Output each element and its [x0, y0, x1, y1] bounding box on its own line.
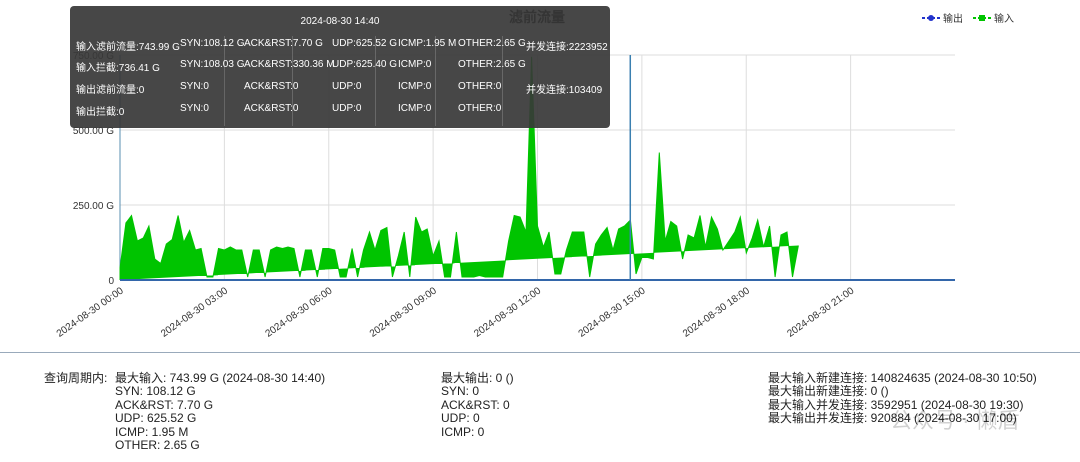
tooltip-cell: ICMP:1.95 M	[398, 38, 457, 49]
tooltip-divider	[224, 36, 225, 126]
y-tick-label: 0	[108, 276, 114, 287]
summary-conn-line: 最大输出新建连接: 0 ()	[768, 384, 889, 399]
tooltip-cell: SYN:108.03 G	[180, 59, 245, 70]
y-tick-label: 250.00 G	[73, 201, 114, 212]
tooltip-cell: ICMP:0	[398, 81, 432, 92]
tooltip-cell: 输入拦截:736.41 G	[76, 63, 160, 74]
summary-output-line: 最大输出: 0 ()	[441, 371, 514, 385]
tooltip-cell: UDP:0	[332, 81, 362, 92]
summary-output-line: UDP: 0	[441, 411, 480, 426]
tooltip-cell: SYN:0	[180, 103, 209, 114]
summary-output-line: SYN: 0	[441, 384, 480, 399]
tooltip-cell: OTHER:2.65 G	[458, 38, 526, 49]
x-tick-label: 2024-08-30 06:00	[263, 285, 334, 340]
tooltip-cell: SYN:108.12 G	[180, 38, 245, 49]
legend-label-input: 输入	[994, 14, 1014, 25]
tooltip-cell: ACK&RST:0	[244, 81, 299, 92]
x-tick-label: 2024-08-30 18:00	[681, 285, 752, 340]
tooltip-cell: ICMP:0	[398, 103, 432, 114]
tooltip-cell: OTHER:0	[458, 81, 502, 92]
x-tick-label: 2024-08-30 03:00	[159, 285, 230, 340]
legend-item-input[interactable]: 输入	[973, 10, 1014, 25]
legend-item-output[interactable]: 输出	[922, 10, 963, 25]
summary-output-line: ICMP: 0	[441, 424, 485, 439]
tooltip-cell: 输出拦截:0	[76, 107, 125, 118]
summary-output-line: ACK&RST: 0	[441, 397, 510, 412]
chart-legend: 输出 输入	[922, 10, 1014, 25]
chart-tooltip: 2024-08-30 14:40 输入滤前流量:743.99 G SYN:108.…	[70, 6, 610, 128]
summary-input-line: SYN: 108.12 G	[115, 384, 196, 399]
tooltip-time: 2024-08-30 14:40	[300, 16, 380, 27]
summary-period-label: 查询周期内:	[44, 371, 108, 385]
tooltip-cell: UDP:625.52 G	[332, 38, 398, 49]
summary-input-line: 最大输入: 743.99 G (2024-08-30 14:40)	[115, 371, 326, 385]
legend-line-square-icon	[973, 14, 991, 21]
x-tick-label: 2024-08-30 00:00	[55, 285, 126, 340]
tooltip-cell: 输出滤前流量:0	[76, 85, 145, 96]
tooltip-divider	[375, 36, 376, 126]
tooltip-cell: 输入滤前流量:743.99 G	[76, 42, 180, 53]
tooltip-cell: 并发连接:2223952	[526, 42, 608, 53]
traffic-chart-panel: 0250.00 G500.00 G750.00 G2024-08-30 00:0…	[0, 0, 1080, 353]
legend-line-dot-icon	[922, 14, 940, 21]
tooltip-divider	[435, 36, 436, 126]
tooltip-cell: ICMP:0	[398, 59, 432, 70]
summary-input: 最大输入: 743.99 G (2024-08-30 14:40) SYN: 10…	[115, 371, 326, 452]
tooltip-cell: ACK&RST:0	[244, 103, 299, 114]
summary-input-line: ACK&RST: 7.70 G	[115, 397, 214, 412]
tooltip-divider	[502, 36, 503, 126]
watermark: 公众号 · 懒盾	[890, 408, 1020, 433]
tooltip-cell: OTHER:2.65 G	[458, 59, 526, 70]
tooltip-cell: UDP:625.40 G	[332, 59, 398, 70]
summary-input-line: OTHER: 2.65 G	[115, 437, 200, 452]
x-tick-label: 2024-08-30 15:00	[577, 285, 648, 340]
tooltip-cell: ACK&RST:7.70 G	[244, 38, 323, 49]
x-tick-label: 2024-08-30 21:00	[785, 285, 856, 340]
tooltip-cell: UDP:0	[332, 103, 362, 114]
legend-label-output: 输出	[943, 14, 963, 25]
tooltip-cell: SYN:0	[180, 81, 209, 92]
x-tick-label: 2024-08-30 09:00	[368, 285, 439, 340]
summary-input-line: UDP: 625.52 G	[115, 411, 197, 426]
tooltip-cell: OTHER:0	[458, 103, 502, 114]
summary-output: 最大输出: 0 () SYN: 0 ACK&RST: 0 UDP: 0 ICMP: 0	[441, 371, 514, 439]
x-tick-label: 2024-08-30 12:00	[472, 285, 543, 340]
tooltip-cell: 并发连接:103409	[526, 85, 603, 96]
tooltip-cell: ACK&RST:330.36 M	[244, 59, 335, 70]
summary-input-line: ICMP: 1.95 M	[115, 424, 189, 439]
